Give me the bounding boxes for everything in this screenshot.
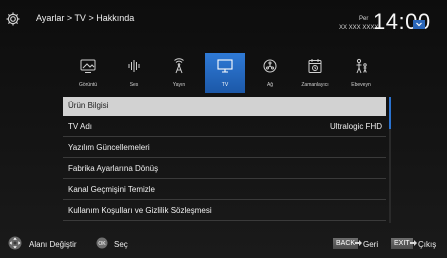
sound-icon <box>114 57 154 77</box>
ok-key-label: OK <box>98 241 106 247</box>
menu-item-label: Kanal Geçmişini Temizle <box>68 185 155 194</box>
navigate-hint: Alanı Değiştir <box>29 240 77 249</box>
picture-icon <box>68 57 108 77</box>
tab-picture-label: Görüntü <box>78 82 98 88</box>
scroll-thumb[interactable] <box>389 97 391 129</box>
tab-tv[interactable]: TV <box>205 53 245 93</box>
menu-item-clear-channel-history[interactable]: Kanal Geçmişini Temizle <box>63 181 386 200</box>
broadcast-icon <box>159 57 199 77</box>
tab-timer-label: Zamanlayıcı <box>301 82 329 88</box>
tab-sound[interactable]: Ses <box>114 53 154 93</box>
menu-item-label: Fabrika Ayarlarına Dönüş <box>68 164 159 173</box>
footer-hints: Alanı Değiştir OK Seç BACK Geri EXIT Çık… <box>0 230 447 258</box>
menu-item-label: Ürün Bilgisi <box>68 101 109 110</box>
settings-screen: Ayarlar > TV > Hakkında Per XX XXX XXXX … <box>0 0 447 258</box>
tv-icon <box>205 57 245 77</box>
network-icon <box>250 57 290 77</box>
exit-arrow-icon <box>410 240 417 246</box>
exit-hint: Çıkış <box>418 240 437 249</box>
menu-item-terms-privacy[interactable]: Kullanım Koşulları ve Gizlilik Sözleşmes… <box>63 202 386 221</box>
tab-network[interactable]: Ağ <box>250 53 290 93</box>
menu-item-value: Ultralogic FHD <box>329 122 382 131</box>
back-hint: Geri <box>363 240 379 249</box>
parental-icon <box>341 57 381 77</box>
menu-item-label: Yazılım Güncellemeleri <box>68 143 150 152</box>
chevron-down-icon[interactable] <box>413 20 425 29</box>
menu-item-software-updates[interactable]: Yazılım Güncellemeleri <box>63 139 386 158</box>
tab-broadcast[interactable]: Yayın <box>159 53 199 93</box>
tab-parental[interactable]: Ebeveyn <box>341 53 381 93</box>
ok-button-icon: OK <box>96 237 108 251</box>
menu-item-label: TV Adı <box>68 122 93 131</box>
category-bar: Görüntü Ses Yayın TV Ağ Zamanlayıcı Ebev… <box>66 53 385 93</box>
timer-icon <box>295 57 335 77</box>
menu-scrollbar[interactable] <box>389 97 391 223</box>
navigation-pad-icon <box>8 236 22 252</box>
tab-broadcast-label: Yayın <box>172 82 186 88</box>
back-arrow-icon <box>355 240 362 246</box>
tab-picture[interactable]: Görüntü <box>68 53 108 93</box>
breadcrumb: Ayarlar > TV > Hakkında <box>36 13 135 23</box>
select-hint: Seç <box>114 240 128 249</box>
tab-timer[interactable]: Zamanlayıcı <box>295 53 335 93</box>
menu-item-tv-name[interactable]: TV Adı Ultralogic FHD <box>63 118 386 137</box>
clock-day: Per <box>359 16 369 22</box>
tab-parental-label: Ebeveyn <box>351 82 371 88</box>
menu-item-label: Kullanım Koşulları ve Gizlilik Sözleşmes… <box>68 206 212 215</box>
menu-item-product-info[interactable]: Ürün Bilgisi <box>63 97 386 116</box>
menu-item-factory-reset[interactable]: Fabrika Ayarlarına Dönüş <box>63 160 386 179</box>
gear-icon <box>5 11 21 27</box>
